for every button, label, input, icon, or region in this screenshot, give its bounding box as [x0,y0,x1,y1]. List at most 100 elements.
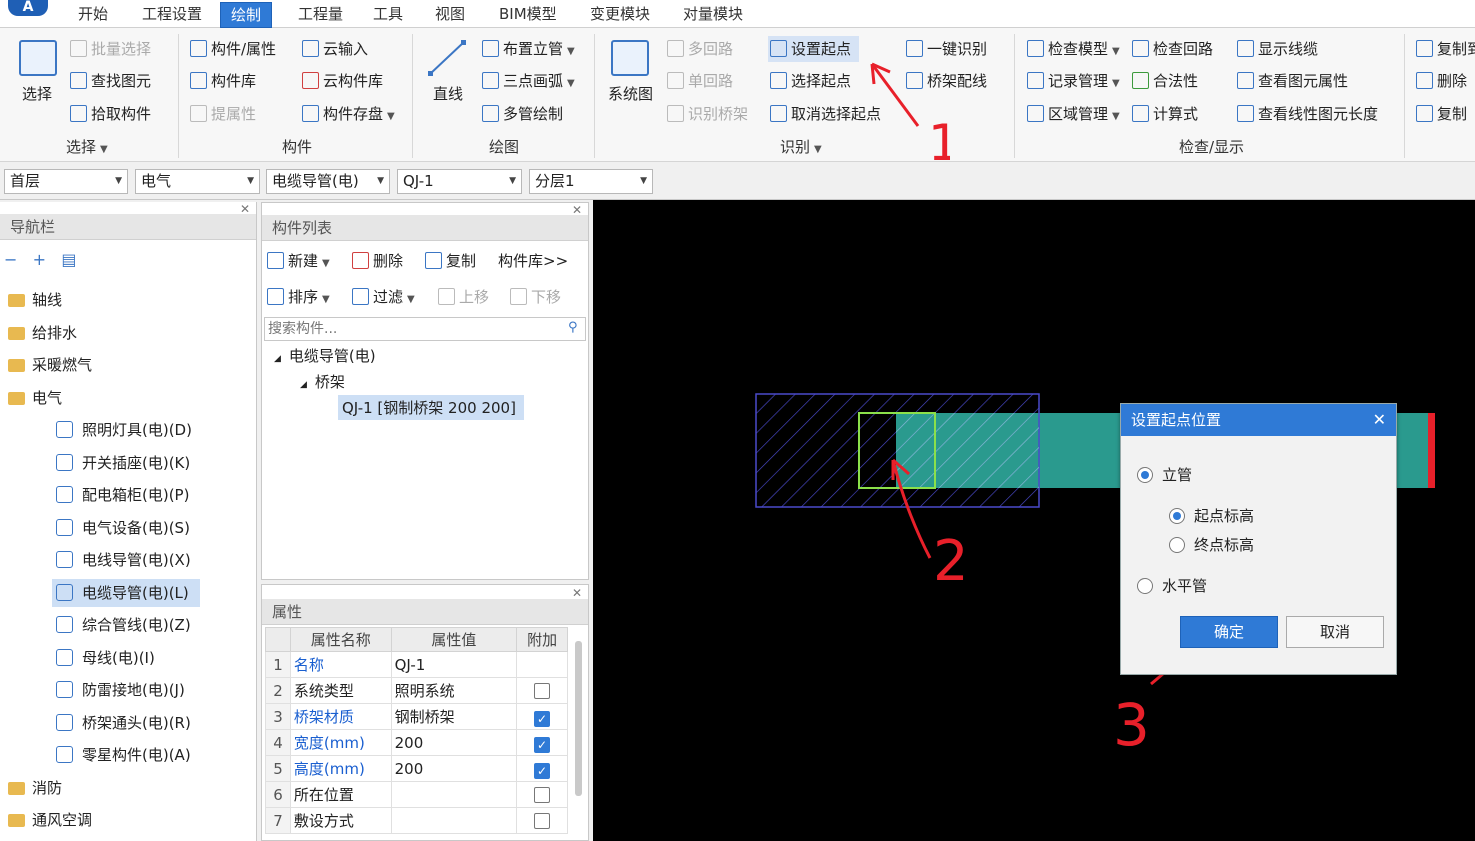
line-button[interactable]: 直线 [433,81,463,107]
tab-quantity[interactable]: 工程量 [288,2,353,28]
property-value[interactable]: 200 [390,755,518,782]
checkbox-icon[interactable] [534,812,551,829]
view-element-property-button[interactable]: 查看图元属性 [1237,68,1348,94]
discipline-select[interactable]: 电气 ▼ [135,169,260,194]
close-icon[interactable]: ✕ [572,586,582,600]
copy-button[interactable]: 复制 [1416,101,1467,127]
nav-item-switch-socket[interactable]: 开关插座(电)(K) [56,449,190,477]
property-row[interactable]: 1 名称 QJ-1 [265,651,568,678]
property-value[interactable] [390,781,518,808]
component-property-button[interactable]: 构件/属性 [190,36,276,62]
nav-folder-electrical[interactable]: 电气 [8,384,62,412]
property-value[interactable]: QJ-1 [390,651,518,678]
close-icon[interactable]: ✕ [240,202,250,216]
check-circuit-button[interactable]: 检查回路 [1132,36,1213,62]
tab-tools[interactable]: 工具 [363,2,413,28]
multi-circuit-button[interactable]: 多回路 [667,36,733,62]
nav-item-combined-pipeline[interactable]: 综合管线(电)(Z) [56,611,191,639]
edit-icon[interactable]: ▤ [61,250,76,269]
find-element-button[interactable]: 查找图元 [70,68,151,94]
nav-item-lightning-protection[interactable]: 防雷接地(电)(J) [56,676,185,704]
floor-select[interactable]: 首层 ▼ [4,169,128,194]
nav-folder-fire[interactable]: 消防 [8,774,62,802]
move-down-button[interactable]: 下移 [510,284,561,310]
checkbox-checked-icon[interactable]: ✓ [534,737,551,753]
tab-start[interactable]: 开始 [68,2,118,28]
save-component-button[interactable]: 构件存盘 ▼ [302,101,395,127]
tab-project-settings[interactable]: 工程设置 [132,2,212,28]
nav-item-busbar[interactable]: 母线(电)(I) [56,644,155,672]
collapse-icon[interactable]: − [4,250,17,269]
new-component-button[interactable]: 新建 ▼ [267,248,330,274]
formula-button[interactable]: 计算式 [1132,101,1198,127]
check-model-button[interactable]: 检查模型 ▼ [1027,36,1120,62]
select-group-label[interactable]: 选择 ▼ [66,136,108,157]
component-search-input[interactable]: 搜索构件... [264,317,586,341]
tab-draw[interactable]: 绘制 [220,2,273,28]
validity-button[interactable]: 合法性 [1132,68,1198,94]
nav-item-equipment[interactable]: 电气设备(电)(S) [56,514,190,542]
checkbox-checked-icon[interactable]: ✓ [534,711,551,727]
filter-button[interactable]: 过滤 ▼ [352,284,415,310]
checkbox-checked-icon[interactable]: ✓ [534,763,551,779]
property-row[interactable]: 2 系统类型 照明系统 [265,677,568,704]
close-icon[interactable]: ✕ [572,203,582,217]
view-linear-length-button[interactable]: 查看线性图元长度 [1237,101,1378,127]
start-elevation-radio[interactable]: 起点标高 [1169,505,1254,526]
checkbox-icon[interactable] [534,786,551,803]
property-row[interactable]: 4 宽度(mm) 200 ✓ [265,729,568,756]
pick-component-button[interactable]: 拾取构件 [70,101,151,127]
tree-node-tray[interactable]: ◢ 桥架 [300,371,345,392]
nav-item-lighting[interactable]: 照明灯具(电)(D) [56,416,192,444]
single-circuit-button[interactable]: 单回路 [667,68,733,94]
tree-node-cable-conduit[interactable]: ◢ 电缆导管(电) [274,345,376,366]
search-icon[interactable]: ⚲ [568,320,578,335]
property-row[interactable]: 5 高度(mm) 200 ✓ [265,755,568,782]
delete-button[interactable]: 删除 [1416,68,1467,94]
horizontal-radio[interactable]: 水平管 [1137,575,1207,596]
expand-icon[interactable]: + [33,250,46,269]
system-diagram-button[interactable]: 系统图 [608,81,653,107]
property-value[interactable]: 钢制桥架 [390,703,518,730]
three-point-arc-button[interactable]: 三点画弧 ▼ [482,68,575,94]
nav-item-cable-conduit[interactable]: 电缆导管(电)(L) [52,579,200,607]
component-type-select[interactable]: 电缆导管(电) ▼ [266,169,390,194]
copy-to-button[interactable]: 复制到 [1416,36,1475,62]
nav-folder-water[interactable]: 给排水 [8,319,77,347]
nav-item-tray-fitting[interactable]: 桥架通头(电)(R) [56,709,191,737]
close-icon[interactable]: ✕ [1373,404,1386,436]
batch-select-button[interactable]: 批量选择 [70,36,151,62]
identify-group-label[interactable]: 识别 ▼ [780,136,822,157]
copy-component-button[interactable]: 复制 [425,248,476,274]
tab-bim[interactable]: BIM模型 [489,2,567,28]
tab-change[interactable]: 变更模块 [580,2,660,28]
tab-view[interactable]: 视图 [425,2,475,28]
component-select[interactable]: QJ-1 ▼ [397,169,522,194]
property-row[interactable]: 7 敷设方式 [265,807,568,834]
component-library-link[interactable]: 构件库>> [498,248,568,274]
cloud-library-button[interactable]: 云构件库 [302,68,383,94]
set-start-point-button[interactable]: 设置起点 [768,36,860,62]
select-button[interactable]: 选择 [22,81,52,107]
end-elevation-radio[interactable]: 终点标高 [1169,534,1254,555]
property-row[interactable]: 6 所在位置 [265,781,568,808]
tree-node-qj1[interactable]: QJ-1 [钢制桥架 200 200] [338,395,524,420]
layer-select[interactable]: 分层1 ▼ [529,169,653,194]
nav-folder-hvac[interactable]: 通风空调 [8,806,92,834]
property-value[interactable] [390,807,518,834]
property-value[interactable]: 200 [390,729,518,756]
nav-item-misc-component[interactable]: 零星构件(电)(A) [56,741,191,769]
extract-property-button[interactable]: 提属性 [190,101,256,127]
multi-pipe-draw-button[interactable]: 多管绘制 [482,101,563,127]
cloud-input-button[interactable]: 云输入 [302,36,368,62]
select-start-point-button[interactable]: 选择起点 [770,68,851,94]
delete-component-button[interactable]: 删除 [352,248,403,274]
record-management-button[interactable]: 记录管理 ▼ [1027,68,1120,94]
riser-radio[interactable]: 立管 [1137,464,1192,485]
nav-item-wire-conduit[interactable]: 电线导管(电)(X) [56,546,191,574]
move-up-button[interactable]: 上移 [438,284,489,310]
sort-button[interactable]: 排序 ▼ [267,284,330,310]
nav-folder-heating[interactable]: 采暖燃气 [8,351,92,379]
property-row[interactable]: 3 桥架材质 钢制桥架 ✓ [265,703,568,730]
show-cable-button[interactable]: 显示线缆 [1237,36,1318,62]
